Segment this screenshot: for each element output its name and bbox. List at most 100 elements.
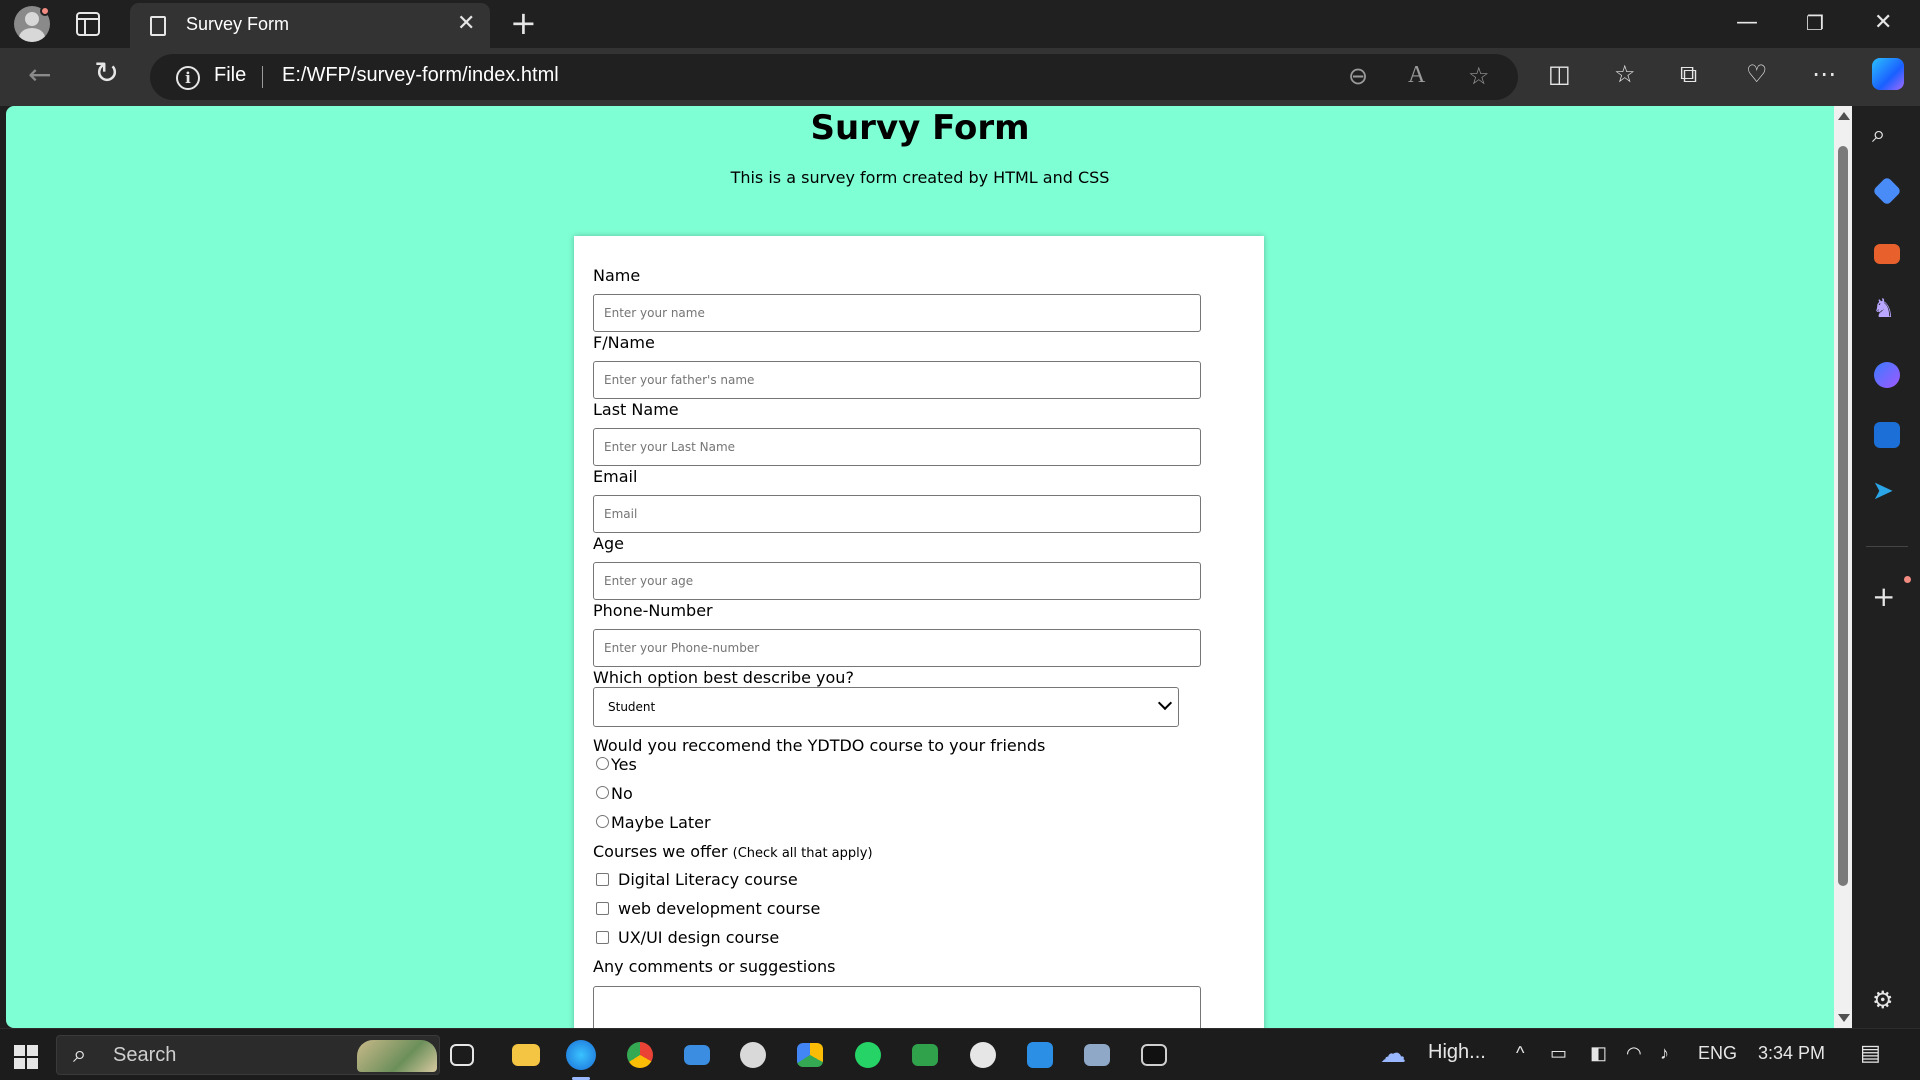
fname-input[interactable] [593,361,1201,399]
profile-notification-dot [40,6,50,16]
battery-icon[interactable]: ▭ [1550,1043,1567,1064]
weather-label[interactable]: High... [1428,1041,1486,1064]
tab-survey-form[interactable]: Survey Form ✕ [130,3,490,48]
courses-label-row: Courses we offer (Check all that apply) [593,842,873,861]
role-select-label: Which option best describe you? [593,668,854,687]
survey-form: Name F/Name Last Name Email Age Phone-Nu… [574,236,1264,1028]
start-quad-4 [27,1058,38,1069]
search-magnifier-icon: ⌕ [73,1040,87,1068]
email-input[interactable] [593,495,1201,533]
favorite-star-icon[interactable]: ☆ [1468,62,1490,90]
chevron-down-icon [1157,695,1173,711]
phone-input[interactable] [593,629,1201,667]
volume-icon[interactable]: ♪ [1660,1043,1669,1064]
whatsapp-icon[interactable] [855,1042,881,1068]
add-icon[interactable]: + [1872,580,1895,613]
split-screen-icon[interactable]: ◫ [1548,60,1571,88]
read-aloud-icon[interactable]: A [1408,62,1425,89]
paint-icon[interactable] [740,1042,766,1068]
github-icon[interactable] [970,1042,996,1068]
camera-icon[interactable]: ◧ [1590,1043,1607,1064]
outlook-icon[interactable] [1874,422,1900,448]
checkbox-digital-literacy[interactable] [596,873,609,886]
favorites-icon[interactable]: ☆ [1614,60,1636,88]
close-window-icon[interactable]: ✕ [1874,8,1892,38]
scroll-down-icon[interactable] [1838,1014,1850,1022]
reload-icon[interactable]: ↻ [94,56,119,91]
address-separator [262,66,263,88]
language-indicator[interactable]: ENG [1698,1043,1737,1064]
scroll-thumb[interactable] [1838,146,1848,886]
role-select[interactable]: Student [593,687,1179,727]
tab-title: Survey Form [186,14,290,34]
send-icon[interactable]: ➤ [1872,476,1894,506]
chrome-icon[interactable] [627,1042,653,1068]
role-select-value: Student [608,700,656,714]
minimize-icon[interactable]: — [1736,8,1758,38]
tag-icon[interactable] [1872,176,1902,206]
radio-yes[interactable] [596,757,609,770]
fname-label: F/Name [593,333,655,352]
checkbox-web-development[interactable] [596,902,609,915]
chess-icon[interactable]: ♞ [1872,294,1895,324]
lastname-input[interactable] [593,428,1201,466]
scroll-up-icon[interactable] [1838,112,1850,120]
restore-icon[interactable]: ❐ [1806,8,1824,38]
name-input[interactable] [593,294,1201,332]
comments-textarea[interactable] [593,986,1201,1028]
copilot-icon[interactable] [1872,58,1904,90]
clock[interactable]: 3:34 PM [1758,1043,1825,1064]
comments-label: Any comments or suggestions [593,957,836,976]
search-icon[interactable]: ⌕ [1872,120,1885,148]
zoom-out-icon[interactable]: ⊖ [1348,62,1368,90]
radio-yes-label: Yes [611,755,637,774]
radio-no[interactable] [596,786,609,799]
radio-maybe-later[interactable] [596,815,609,828]
wifi-icon[interactable]: ◠ [1626,1043,1642,1064]
tray-chevron-icon[interactable]: ^ [1516,1043,1524,1064]
search-highlight-art [357,1040,437,1072]
terminal-icon[interactable] [1141,1044,1167,1066]
edge-sidebar: ⌕ ♞ ➤ + ⚙ [1852,106,1920,1028]
address-bar[interactable]: i File E:/WFP/survey-form/index.html ⊖ A… [150,54,1518,100]
taskbar-search[interactable]: ⌕ Search [56,1035,440,1075]
age-input[interactable] [593,562,1201,600]
windows-start-icon[interactable] [14,1045,38,1069]
courses-hint: (Check all that apply) [732,846,873,861]
checkbox-ux-ui-design[interactable] [596,931,609,944]
file-explorer-icon[interactable] [512,1044,540,1066]
info-icon[interactable]: i [176,66,200,90]
vscode-icon[interactable] [1027,1042,1053,1068]
mail-icon[interactable] [684,1045,710,1065]
name-label: Name [593,266,641,285]
tab-actions-icon[interactable] [76,12,100,36]
page-description: This is a survey form created by HTML an… [730,168,1110,187]
radio-no-label: No [611,784,633,803]
gear-icon[interactable]: ⚙ [1872,986,1894,1014]
start-quad-1 [14,1045,25,1056]
google-drive-icon[interactable] [797,1043,823,1067]
avatar-body [19,28,45,42]
page-icon [150,16,166,36]
lastname-label: Last Name [593,400,679,419]
edge-icon[interactable] [566,1040,596,1070]
system-app-icon[interactable] [1084,1044,1110,1066]
close-tab-icon[interactable]: ✕ [457,12,475,36]
collections-icon[interactable]: ⧉ [1680,60,1697,88]
checkbox-digital-literacy-label: Digital Literacy course [618,870,798,889]
address-url[interactable]: E:/WFP/survey-form/index.html [282,64,559,87]
toolbox-icon[interactable] [1874,244,1900,264]
sidebar-separator [1866,546,1908,547]
notifications-icon[interactable]: ▤ [1860,1040,1881,1066]
address-scheme-label: File [214,64,247,86]
task-view-icon[interactable] [450,1044,474,1066]
performance-icon[interactable]: ♡ [1746,60,1768,88]
more-icon[interactable]: ⋯ [1812,60,1836,88]
checkbox-ux-ui-design-label: UX/UI design course [618,928,780,947]
page-scrollbar[interactable] [1834,106,1852,1028]
copilot-sidebar-icon[interactable] [1874,362,1900,388]
checkbox-web-development-label: web development course [618,899,821,918]
meet-icon[interactable] [912,1044,938,1066]
new-tab-icon[interactable]: + [510,6,537,40]
back-icon[interactable]: ← [28,58,51,91]
